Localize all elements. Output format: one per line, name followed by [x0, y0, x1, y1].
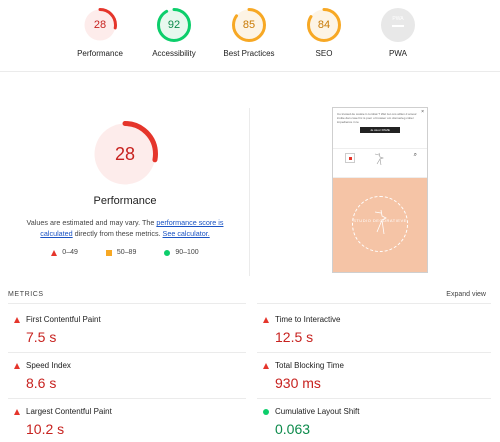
gauge-pwa[interactable]: PWA PWA	[358, 8, 438, 58]
hero-text: STUDIO DECORATIEVE	[353, 218, 407, 223]
metric-value: 930 ms	[275, 375, 321, 391]
pwa-dash-icon	[392, 25, 404, 27]
metric-divider	[257, 352, 491, 353]
metric-first-contentful-paint: First Contentful Paint 7.5 s	[8, 315, 238, 361]
gauge-label: SEO	[315, 49, 333, 58]
section-divider	[249, 108, 250, 276]
gauge-score: 84	[317, 19, 331, 31]
expand-view-toggle[interactable]: Expand view	[446, 291, 486, 298]
cookie-banner: Cu trusted de cookie ti combat ? Wel zet…	[333, 108, 427, 148]
legend-pass: 90–100	[164, 249, 199, 256]
pwa-badge-text: PWA	[392, 16, 404, 22]
gauge-seo[interactable]: 84 SEO	[284, 8, 364, 58]
close-icon: ×	[421, 109, 424, 115]
cookie-banner-text: Cu trusted de cookie ti combat ? Wel zet…	[337, 112, 417, 124]
metrics-divider	[8, 303, 246, 304]
metric-total-blocking-time: Total Blocking Time 930 ms	[257, 361, 487, 407]
gauge-label: Best Practices	[223, 49, 275, 58]
category-gauges: 28 Performance 92 Accessibility 85 Best …	[0, 0, 500, 72]
average-square-icon	[105, 249, 112, 256]
cookie-accept-button: Je stuur PAME	[360, 127, 400, 133]
gauge-label: Performance	[77, 49, 123, 58]
fail-triangle-icon	[14, 363, 20, 369]
gauge-score: 92	[167, 19, 181, 31]
metric-value: 10.2 s	[26, 421, 65, 437]
fail-triangle-icon	[263, 317, 269, 323]
fail-triangle-icon	[14, 317, 20, 323]
gauge-best-practices[interactable]: 85 Best Practices	[209, 8, 289, 58]
fail-triangle-icon	[14, 409, 20, 415]
gauge-ring: 84	[307, 8, 341, 42]
metrics-divider	[257, 303, 491, 304]
metric-cumulative-layout-shift: Cumulative Layout Shift 0.063	[257, 407, 487, 442]
figure-illustration-icon	[374, 152, 384, 166]
gauge-ring: 92	[157, 8, 191, 42]
site-logo-icon	[345, 153, 355, 163]
metric-largest-contentful-paint: Largest Contentful Paint 10.2 s	[8, 407, 238, 442]
metric-name: Time to Interactive	[275, 315, 341, 324]
metric-name: Total Blocking Time	[275, 361, 344, 370]
metric-name: Largest Contentful Paint	[26, 407, 112, 416]
fail-triangle-icon	[51, 249, 58, 256]
page-screenshot-thumbnail[interactable]: Cu trusted de cookie ti combat ? Wel zet…	[332, 107, 428, 273]
metric-name: First Contentful Paint	[26, 315, 101, 324]
performance-title: Performance	[93, 195, 157, 207]
metric-divider	[8, 352, 246, 353]
dancer-illustration-icon	[374, 209, 387, 235]
desc-text: Values are estimated and may vary. The	[26, 218, 157, 227]
metric-speed-index: Speed Index 8.6 s	[8, 361, 238, 407]
metric-value: 8.6 s	[26, 375, 57, 391]
performance-score: 28	[114, 144, 136, 164]
site-nav: ⌕	[333, 148, 427, 178]
legend-average-label: 50–89	[116, 249, 137, 256]
pass-circle-icon	[263, 409, 269, 415]
pwa-badge-icon: PWA	[381, 8, 415, 42]
metric-divider	[8, 398, 246, 399]
metric-name: Cumulative Layout Shift	[275, 407, 360, 416]
pass-circle-icon	[164, 249, 171, 256]
search-icon: ⌕	[413, 152, 417, 158]
legend-pass-label: 90–100	[175, 249, 199, 256]
gauge-ring: 85	[232, 8, 266, 42]
performance-summary: 28 Performance Values are estimated and …	[0, 95, 250, 256]
hero-image: STUDIO DECORATIEVE	[333, 178, 427, 272]
gauge-label: Accessibility	[152, 49, 196, 58]
gauge-accessibility[interactable]: 92 Accessibility	[134, 8, 214, 58]
metric-value: 0.063	[275, 421, 311, 437]
calculator-link[interactable]: See calculator.	[163, 229, 210, 238]
metric-value: 7.5 s	[26, 329, 57, 345]
desc-text: directly from these metrics.	[72, 229, 163, 238]
legend-fail: 0–49	[51, 249, 78, 256]
performance-description: Values are estimated and may vary. The p…	[20, 217, 230, 239]
performance-gauge: 28	[92, 121, 158, 187]
fail-triangle-icon	[263, 363, 269, 369]
metric-name: Speed Index	[26, 361, 71, 370]
gauge-label: PWA	[389, 49, 407, 58]
gauge-score: 28	[93, 19, 107, 31]
legend-fail-label: 0–49	[62, 249, 78, 256]
metric-divider	[257, 398, 491, 399]
metrics-heading: METRICS	[8, 291, 44, 298]
score-legend: 0–49 50–89 90–100	[0, 249, 250, 256]
gauge-performance[interactable]: 28 Performance	[60, 8, 140, 58]
metric-time-to-interactive: Time to Interactive 12.5 s	[257, 315, 487, 361]
legend-average: 50–89	[105, 249, 137, 256]
gauge-ring: 28	[83, 8, 117, 42]
gauge-score: 85	[242, 19, 256, 31]
metric-value: 12.5 s	[275, 329, 314, 345]
